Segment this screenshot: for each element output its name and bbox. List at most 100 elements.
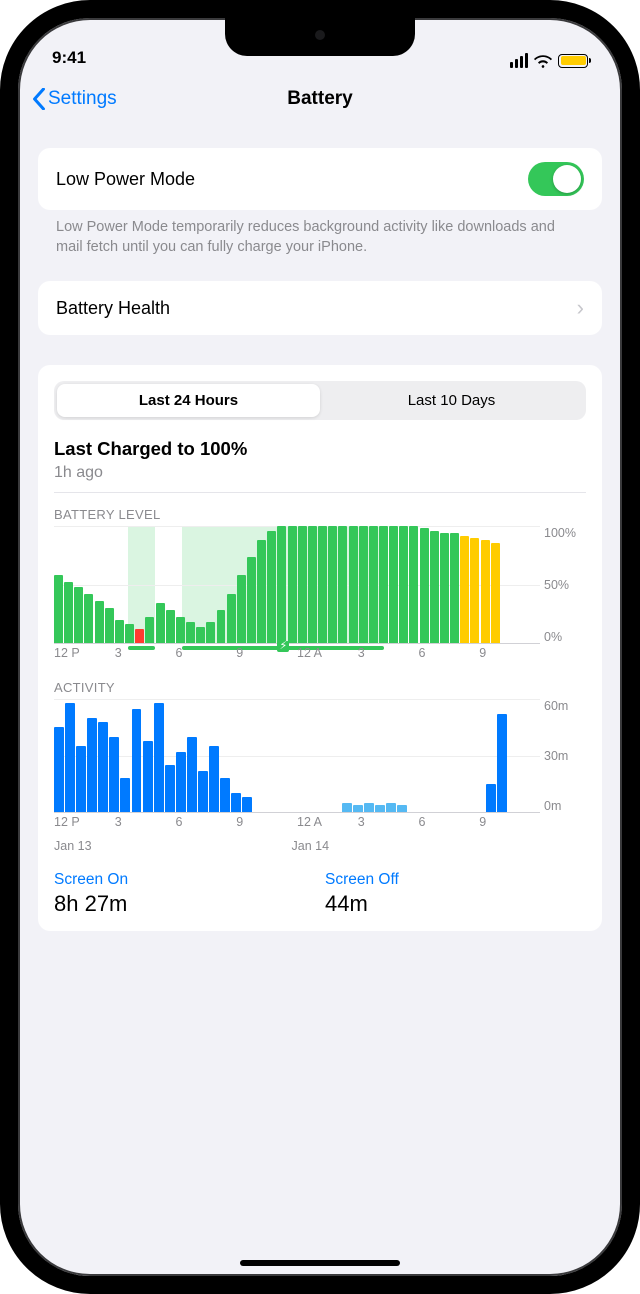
battery-bar [420,528,429,643]
home-indicator[interactable] [240,1260,400,1266]
battery-bar [430,531,439,643]
battery-bar [481,540,490,643]
y-tick: 60m [544,699,568,713]
activity-bar [187,737,197,812]
low-power-mode-footer: Low Power Mode temporarily reduces backg… [38,210,602,257]
battery-bar [328,526,337,643]
battery-bar [379,526,388,643]
activity-bar [54,727,64,812]
activity-bar [65,703,75,812]
wifi-icon [534,54,552,68]
battery-bar [298,526,307,643]
activity-bar [231,793,241,812]
x-axis: 12 P36912 A369 [54,646,540,662]
battery-bar [186,622,195,643]
battery-bar [460,536,469,644]
chevron-right-icon: › [577,295,584,321]
activity-chart[interactable]: 60m 30m 0m 12 P36912 A369 [54,699,586,831]
battery-bar [440,533,449,643]
low-power-mode-toggle[interactable] [528,162,584,196]
y-tick: 50% [544,578,569,592]
battery-bar [491,543,500,644]
activity-bar [176,752,186,812]
battery-bar [308,526,317,643]
battery-bar [227,594,236,643]
y-tick: 30m [544,749,568,763]
activity-bar [364,803,374,812]
activity-bar [143,741,153,813]
screen-off-stat: Screen Off 44m [325,871,586,917]
time-range-segmented[interactable]: Last 24 Hours Last 10 Days [54,381,586,420]
screen-off-value: 44m [325,891,586,917]
activity-bar [386,803,396,812]
back-label: Settings [48,88,117,110]
screen-on-stat: Screen On 8h 27m [54,871,315,917]
y-tick: 0% [544,630,562,644]
battery-bar [217,610,226,643]
activity-bar [209,746,219,812]
activity-bar [120,778,130,812]
battery-bar [95,601,104,643]
battery-bar [389,526,398,643]
battery-bar [125,624,134,643]
activity-bar [165,765,175,812]
y-tick: 100% [544,526,576,540]
activity-bar [353,805,363,813]
battery-bar [277,526,286,643]
battery-bar [338,526,347,643]
battery-bar [237,575,246,643]
battery-bar [470,538,479,643]
screen-on-label: Screen On [54,871,315,889]
activity-bar [87,718,97,812]
tab-last-10-days[interactable]: Last 10 Days [320,384,583,417]
battery-bar [359,526,368,643]
battery-bar [64,582,73,643]
tab-last-24-hours[interactable]: Last 24 Hours [57,384,320,417]
battery-bar [399,526,408,643]
screen-on-value: 8h 27m [54,891,315,917]
last-charged-title: Last Charged to 100% [38,438,602,460]
battery-bar [115,620,124,643]
battery-bar [450,533,459,643]
low-power-mode-row[interactable]: Low Power Mode [38,148,602,210]
activity-bar [198,771,208,812]
cellular-icon [510,53,529,68]
low-power-mode-label: Low Power Mode [56,169,195,190]
activity-bar [154,703,164,812]
activity-bar [98,722,108,812]
battery-bar [349,526,358,643]
activity-bar [132,709,142,813]
battery-bar [206,622,215,643]
battery-level-chart[interactable]: ⚡︎ 100% 50% 0% 12 P36912 A369 [54,526,586,662]
last-charged-sub: 1h ago [38,460,602,492]
battery-bar [135,629,144,643]
activity-bar [397,805,407,813]
battery-bar [105,608,114,643]
usage-card: Last 24 Hours Last 10 Days Last Charged … [38,365,602,931]
activity-bar [242,797,252,812]
activity-bar [497,714,507,812]
device-notch [225,18,415,56]
battery-bar [176,617,185,643]
battery-bar [409,526,418,643]
nav-bar: Settings Battery [18,74,622,124]
y-tick: 0m [544,799,561,813]
activity-bar [109,737,119,812]
activity-bar [375,805,385,813]
chevron-left-icon [32,88,46,110]
battery-icon [558,54,588,68]
x-axis: 12 P36912 A369 [54,815,540,831]
battery-bar [257,540,266,643]
back-button[interactable]: Settings [32,88,117,110]
date-row: Jan 13Jan 14 [38,837,602,863]
battery-bar [196,627,205,643]
battery-bar [84,594,93,643]
battery-health-row[interactable]: Battery Health › [38,281,602,335]
activity-bar [76,746,86,812]
battery-health-label: Battery Health [56,298,170,319]
battery-bar [288,526,297,643]
battery-bar [247,557,256,644]
battery-bar [166,610,175,643]
battery-bar [318,526,327,643]
battery-bar [54,575,63,643]
